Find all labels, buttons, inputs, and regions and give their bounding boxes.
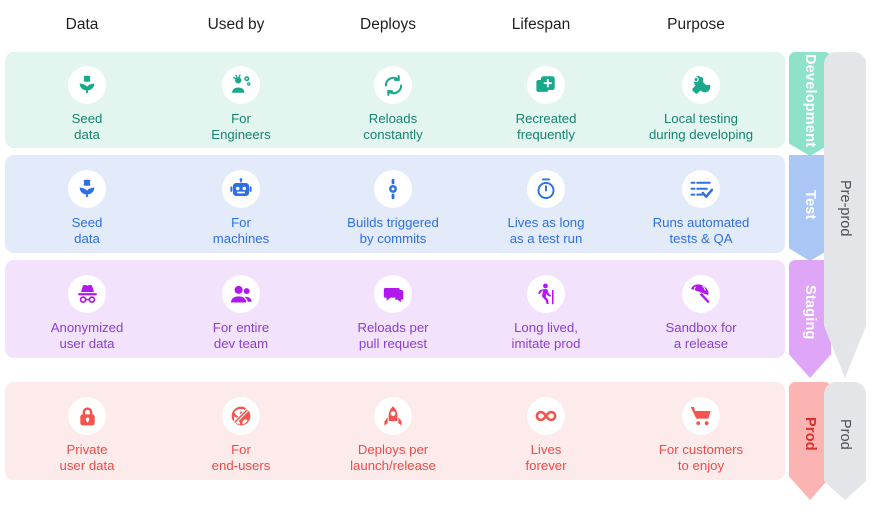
chat-bubbles-icon [374,275,412,313]
column-headers: Data Used by Deploys Lifespan Purpose [0,0,790,50]
cell-label: Private user data [59,442,115,473]
cell-development-data: Seed data [7,66,167,143]
cell-prod-lifespan: Lives forever [466,397,626,474]
env-pill-label: Prod [837,418,853,450]
seedling-icon [68,170,106,208]
cell-development-deploys: Reloads constantly [313,66,473,143]
cell-label: For customers to enjoy [658,442,744,473]
cell-staging-deploys: Reloads per pull request [313,275,473,352]
lock-icon [68,397,106,435]
cell-test-data: Seed data [7,170,167,247]
stage-chevron-label: Development [802,54,818,148]
cell-label: Seed data [71,215,103,246]
cell-test-lifespan: Lives as long as a test run [466,170,626,247]
incognito-icon [68,275,106,313]
cell-test-deploys: Builds triggered by commits [313,170,473,247]
env-pill-pre-prod[interactable]: Pre-prod [824,52,866,378]
cell-prod-data: Private user data [7,397,167,474]
cell-development-lifespan: Recreated frequently [466,66,626,143]
cell-prod-deploys: Deploys per launch/release [313,397,473,474]
cell-label: Runs automated tests & QA [652,215,750,246]
stage-chevron-label: Test [802,190,818,220]
cell-label: Recreated frequently [515,111,577,142]
env-pill-prod[interactable]: Prod [824,382,866,500]
column-header-deploys: Deploys [360,16,416,33]
infinity-icon [527,397,565,435]
robot-icon [222,170,260,208]
globe-blocked-icon [222,397,260,435]
people-icon [222,275,260,313]
duplicate-add-icon [527,66,565,104]
cell-label: Anonymized user data [50,320,124,351]
column-header-purpose: Purpose [667,16,725,33]
stage-chevron-label: Staging [802,284,818,340]
cell-label: For entire dev team [212,320,270,351]
refresh-sync-icon [374,66,412,104]
stage-row-prod: Private user data For end-users Deploys pe… [5,382,785,480]
stage-row-development: Seed data For Engineers Reloads constantly… [5,52,785,148]
cell-label: Lives as long as a test run [507,215,585,246]
stage-chevron-label: Prod [802,417,818,451]
wrench-icon [682,66,720,104]
engineer-gears-icon [222,66,260,104]
commit-icon [374,170,412,208]
cell-development-purpose: Local testing during developing [621,66,781,143]
cell-label: Sandbox for a release [665,320,737,351]
cell-staging-lifespan: Long lived, imitate prod [466,275,626,352]
cell-label: Deploys per launch/release [350,442,436,473]
cell-staging-purpose: Sandbox for a release [621,275,781,352]
stage-row-test: Seed data For machines Builds triggered by… [5,155,785,253]
cell-test-used-by: For machines [161,170,321,247]
rocket-icon [374,397,412,435]
cell-prod-used-by: For end-users [161,397,321,474]
cell-label: Seed data [71,111,103,142]
stopwatch-icon [527,170,565,208]
cell-label: Local testing during developing [648,111,754,142]
cell-test-purpose: Runs automated tests & QA [621,170,781,247]
cell-staging-used-by: For entire dev team [161,275,321,352]
cell-staging-data: Anonymized user data [7,275,167,352]
column-header-data: Data [65,16,99,33]
column-header-used-by: Used by [207,16,265,33]
cell-label: Lives forever [525,442,567,473]
stage-row-staging: Anonymized user data For entire dev team R… [5,260,785,358]
cell-label: Builds triggered by commits [347,215,439,246]
cell-development-used-by: For Engineers [161,66,321,143]
environments-comparison-chart: Data Used by Deploys Lifespan Purpose Seed d… [0,0,871,511]
walking-person-icon [527,275,565,313]
shopping-cart-icon [682,397,720,435]
cell-label: For end-users [211,442,271,473]
cell-prod-purpose: For customers to enjoy [621,397,781,474]
beach-umbrella-icon [682,275,720,313]
cell-label: For Engineers [211,111,271,142]
cell-label: Reloads per pull request [357,320,429,351]
cell-label: For machines [212,215,270,246]
cell-label: Reloads constantly [363,111,423,142]
env-pill-label: Pre-prod [837,179,853,237]
checklist-icon [682,170,720,208]
seedling-icon [68,66,106,104]
column-header-lifespan: Lifespan [511,16,571,33]
cell-label: Long lived, imitate prod [511,320,581,351]
